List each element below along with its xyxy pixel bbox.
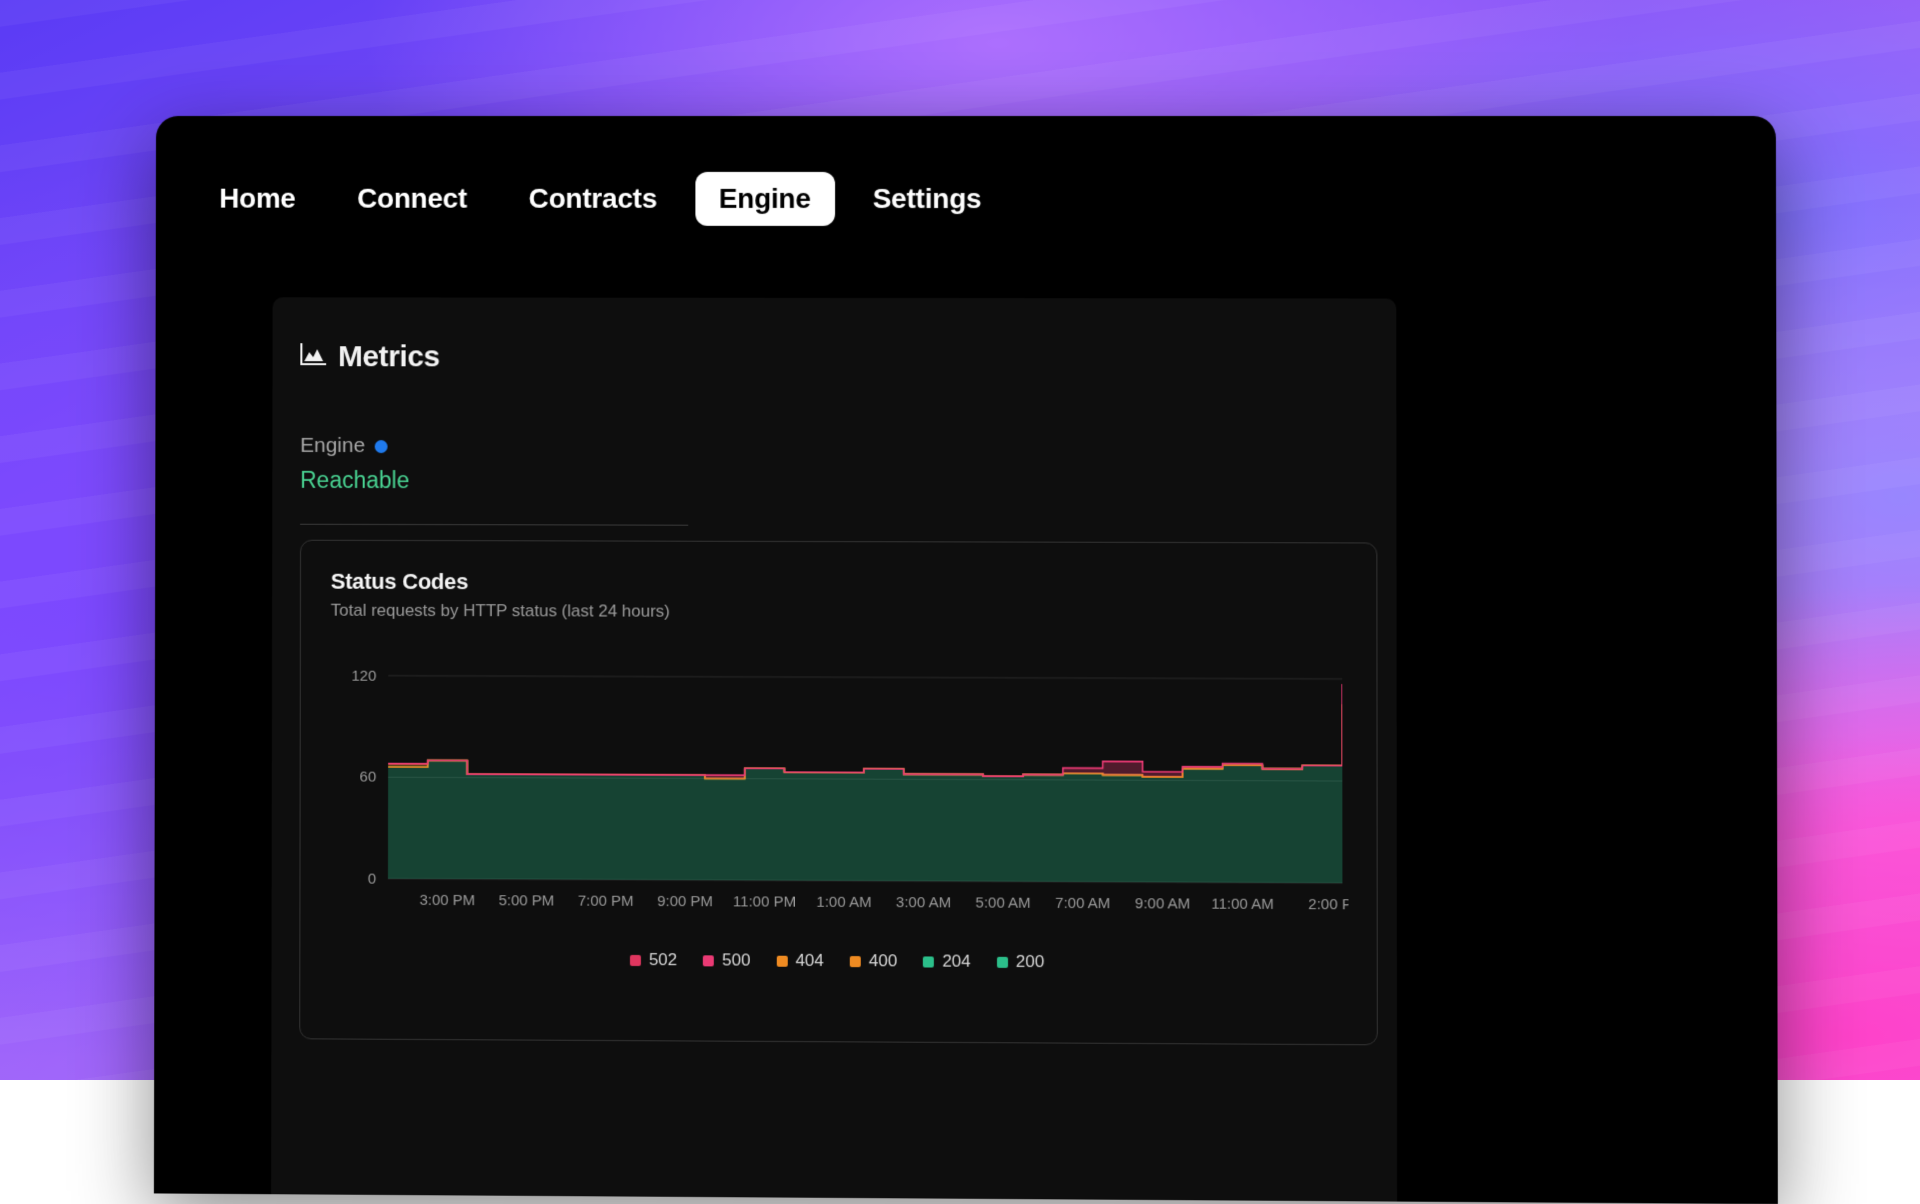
engine-status-row: Engine [300, 434, 1372, 460]
legend-label-200: 200 [1016, 952, 1044, 972]
legend-item-400[interactable]: 400 [850, 951, 897, 971]
legend-swatch-400 [850, 956, 861, 967]
legend-item-500[interactable]: 500 [703, 950, 750, 970]
svg-text:11:00 PM: 11:00 PM [733, 893, 796, 910]
legend-label-400: 400 [869, 951, 897, 971]
section-divider [300, 524, 688, 526]
svg-text:2:00 PM: 2:00 PM [1308, 896, 1348, 913]
legend-item-200[interactable]: 200 [997, 952, 1044, 972]
status-codes-card: Status Codes Total requests by HTTP stat… [299, 540, 1378, 1046]
status-codes-subtitle: Total requests by HTTP status (last 24 h… [331, 601, 1347, 624]
svg-text:1:00 AM: 1:00 AM [816, 894, 871, 911]
legend-swatch-500 [703, 955, 714, 966]
svg-text:3:00 PM: 3:00 PM [419, 892, 475, 909]
engine-status-value: Reachable [300, 467, 1372, 496]
legend-label-404: 404 [795, 951, 823, 971]
svg-text:60: 60 [360, 769, 377, 786]
top-navigation: Home Connect Contracts Engine Settings [156, 116, 1776, 243]
status-codes-title: Status Codes [331, 569, 1346, 598]
svg-text:9:00 PM: 9:00 PM [657, 893, 713, 910]
legend-item-404[interactable]: 404 [776, 951, 823, 971]
legend-swatch-200 [997, 956, 1008, 967]
engine-status-dot-icon [375, 440, 388, 453]
area-chart-icon [300, 343, 326, 372]
nav-item-home[interactable]: Home [195, 172, 319, 226]
legend-label-204: 204 [942, 952, 970, 972]
engine-status-label: Engine [300, 434, 365, 458]
svg-text:9:00 AM: 9:00 AM [1135, 895, 1190, 912]
svg-text:7:00 PM: 7:00 PM [578, 893, 634, 910]
nav-item-connect[interactable]: Connect [333, 172, 491, 226]
chart-legend: 502 500 404 400 204 200 [330, 948, 1346, 973]
svg-text:11:00 AM: 11:00 AM [1211, 896, 1274, 913]
nav-item-contracts[interactable]: Contracts [505, 172, 681, 226]
app-window: Home Connect Contracts Engine Settings M… [154, 116, 1778, 1204]
svg-text:3:00 AM: 3:00 AM [896, 894, 951, 911]
svg-text:5:00 PM: 5:00 PM [499, 892, 555, 909]
page-title: Metrics [338, 340, 440, 374]
nav-item-settings[interactable]: Settings [849, 172, 1006, 226]
nav-item-engine[interactable]: Engine [695, 172, 835, 226]
legend-label-502: 502 [649, 950, 677, 970]
svg-text:120: 120 [351, 668, 376, 685]
engine-status-block: Engine Reachable [296, 374, 1372, 527]
legend-item-502[interactable]: 502 [630, 950, 677, 970]
svg-text:5:00 AM: 5:00 AM [976, 894, 1031, 911]
legend-label-500: 500 [722, 950, 750, 970]
metrics-header: Metrics [296, 297, 1372, 375]
legend-item-204[interactable]: 204 [923, 951, 970, 971]
legend-swatch-502 [630, 954, 641, 965]
status-codes-plot[interactable]: 0 60 120 3:00 PM 5:00 PM 7:00 PM 9:00 PM 11:00 … [330, 645, 1348, 930]
legend-swatch-404 [776, 955, 787, 966]
legend-swatch-204 [923, 956, 934, 967]
svg-text:7:00 AM: 7:00 AM [1055, 895, 1110, 912]
engine-content-panel: Metrics Engine Reachable Status Codes To… [271, 297, 1397, 1201]
status-codes-svg: 0 60 120 3:00 PM 5:00 PM 7:00 PM 9:00 PM 11:00 … [330, 645, 1348, 930]
svg-text:0: 0 [368, 871, 376, 888]
